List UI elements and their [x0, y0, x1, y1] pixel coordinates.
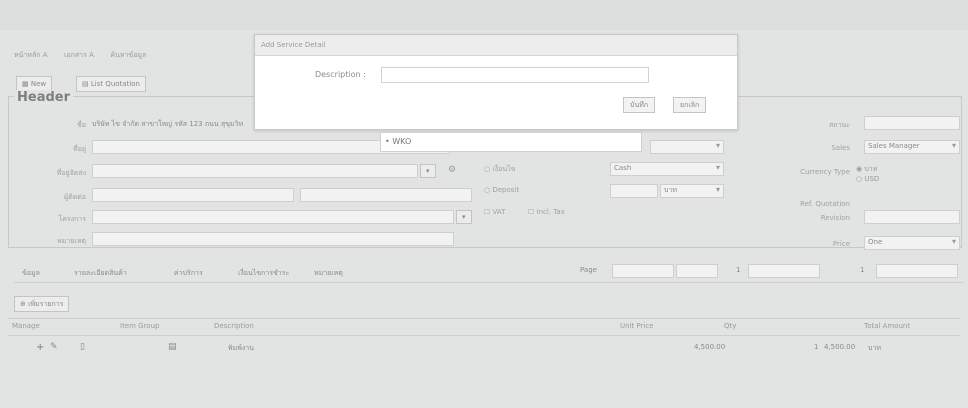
- paging-label: Page: [580, 266, 597, 274]
- list-icon: ▤: [82, 80, 91, 88]
- type-select[interactable]: [650, 140, 724, 154]
- plus-circle-icon: ⊕: [20, 300, 29, 308]
- ref-label: Ref. Quotation: [800, 200, 850, 208]
- address-input[interactable]: [92, 164, 418, 178]
- deposit-unit-select[interactable]: บาท: [660, 184, 724, 198]
- vat-checkbox[interactable]: ☐ VAT: [484, 208, 505, 216]
- tab-2[interactable]: เอกสาร A: [64, 51, 94, 59]
- detail-tabs: ข้อมูล รายละเอียดสินค้า ค่าบริการ เงื่อน…: [14, 262, 964, 283]
- table-row: + ✎ ▯ ▤ พิมพ์งาน 4,500.00 1 4,500.00 บาท: [8, 340, 960, 358]
- currency-radios[interactable]: ◉ บาท ○ USD: [856, 164, 879, 184]
- row-amount: 4,500.00: [824, 343, 856, 351]
- remark-label: หมายเหตุ: [57, 237, 86, 245]
- tax-label: ที่อยู่: [73, 145, 86, 153]
- col-manage: Manage: [12, 322, 40, 330]
- col-total: Total Amount: [864, 322, 911, 330]
- header-legend: Header: [14, 90, 74, 105]
- revision-label: Revision: [820, 214, 850, 222]
- autocomplete-item[interactable]: • WKO: [385, 137, 411, 146]
- row-unit-price: 4,500.00: [694, 343, 726, 351]
- sales-select[interactable]: Sales Manager: [864, 140, 960, 154]
- delete-icon[interactable]: ▯: [80, 342, 85, 352]
- main-tabs: หน้าหลัก A เอกสาร A ค้นหาข้อมูล: [14, 50, 160, 61]
- list-quotation-button[interactable]: ▤ List Quotation: [76, 76, 146, 92]
- page-total-input[interactable]: [876, 264, 958, 278]
- project-input[interactable]: [92, 210, 454, 224]
- deposit-input[interactable]: [610, 184, 658, 198]
- dialog-title: Add Service Detail: [261, 41, 326, 49]
- grid-list-icon: ▤: [168, 342, 177, 352]
- detail-tab-4[interactable]: เงื่อนไขการชำระ: [238, 268, 289, 279]
- revision-input[interactable]: [864, 210, 960, 224]
- edit-icon[interactable]: ✎: [50, 342, 58, 352]
- grid-header: Manage Item Group Description Unit Price…: [8, 318, 960, 336]
- autocomplete-dropdown: • WKO: [380, 132, 642, 152]
- name-value: บริษัท ไข จำกัด สาขาใหญ่ รหัส 123 ถนน สุ…: [92, 120, 244, 128]
- add-row-icon[interactable]: +: [36, 342, 44, 353]
- price-label: Price: [832, 240, 850, 248]
- new-icon: ▦: [22, 80, 31, 88]
- description-field[interactable]: [381, 67, 649, 83]
- detail-tab-5[interactable]: หมายเหตุ: [314, 268, 343, 279]
- tab-1[interactable]: หน้าหลัก A: [14, 51, 48, 59]
- row-description: พิมพ์งาน: [228, 344, 254, 352]
- deposit-radio[interactable]: ○ Deposit: [484, 186, 519, 194]
- currency-label: Currency Type: [800, 168, 850, 176]
- add-item-button[interactable]: ⊕ เพิ่มรายการ: [14, 296, 70, 312]
- project-lookup-button[interactable]: ▾: [456, 210, 472, 224]
- detail-tab-2[interactable]: รายละเอียดสินค้า: [74, 268, 127, 279]
- remark-input[interactable]: [92, 232, 454, 246]
- row-unit: บาท: [868, 344, 881, 352]
- incl-tax-checkbox[interactable]: ☐ Incl. Tax: [528, 208, 565, 216]
- status-label: สถานะ: [829, 121, 850, 129]
- price-select[interactable]: One: [864, 236, 960, 250]
- sales-label: Sales: [831, 144, 850, 152]
- col-description: Description: [214, 322, 254, 330]
- dialog-save-button[interactable]: บันทึก: [623, 97, 656, 113]
- description-label: Description :: [315, 70, 366, 79]
- dialog-titlebar: Add Service Detail: [255, 35, 737, 56]
- contact-label: ผู้ติดต่อ: [64, 193, 86, 201]
- status-input[interactable]: [864, 116, 960, 130]
- paging-size-input[interactable]: [676, 264, 718, 278]
- tab-3[interactable]: ค้นหาข้อมูล: [110, 51, 146, 59]
- payment-select[interactable]: Cash: [610, 162, 724, 176]
- address-lookup-button[interactable]: ▾: [420, 164, 436, 178]
- col-item-group: Item Group: [120, 322, 160, 330]
- settings-icon[interactable]: ⚙: [448, 165, 456, 175]
- page-number: 1: [736, 266, 741, 274]
- project-label: โครงการ: [58, 215, 86, 223]
- col-qty: Qty: [724, 322, 737, 330]
- page-of: 1: [860, 266, 865, 274]
- detail-tab-3[interactable]: ค่าบริการ: [174, 268, 203, 279]
- top-navbar: [0, 0, 968, 30]
- name-label: ชื่อ: [77, 121, 86, 129]
- contact-input[interactable]: [92, 188, 294, 202]
- row-qty: 1: [814, 343, 819, 351]
- address-label: ที่อยู่จัดส่ง: [56, 169, 86, 177]
- contact-phone-input[interactable]: [300, 188, 472, 202]
- payment-radio[interactable]: ○ เงื่อนไข: [484, 164, 515, 175]
- page-jump-input[interactable]: [748, 264, 820, 278]
- col-unit-price: Unit Price: [620, 322, 654, 330]
- detail-tab-1[interactable]: ข้อมูล: [22, 268, 40, 279]
- dialog-cancel-button[interactable]: ยกเลิก: [673, 97, 707, 113]
- add-service-dialog: Add Service Detail Description : บันทึก …: [254, 34, 738, 130]
- paging-input[interactable]: [612, 264, 674, 278]
